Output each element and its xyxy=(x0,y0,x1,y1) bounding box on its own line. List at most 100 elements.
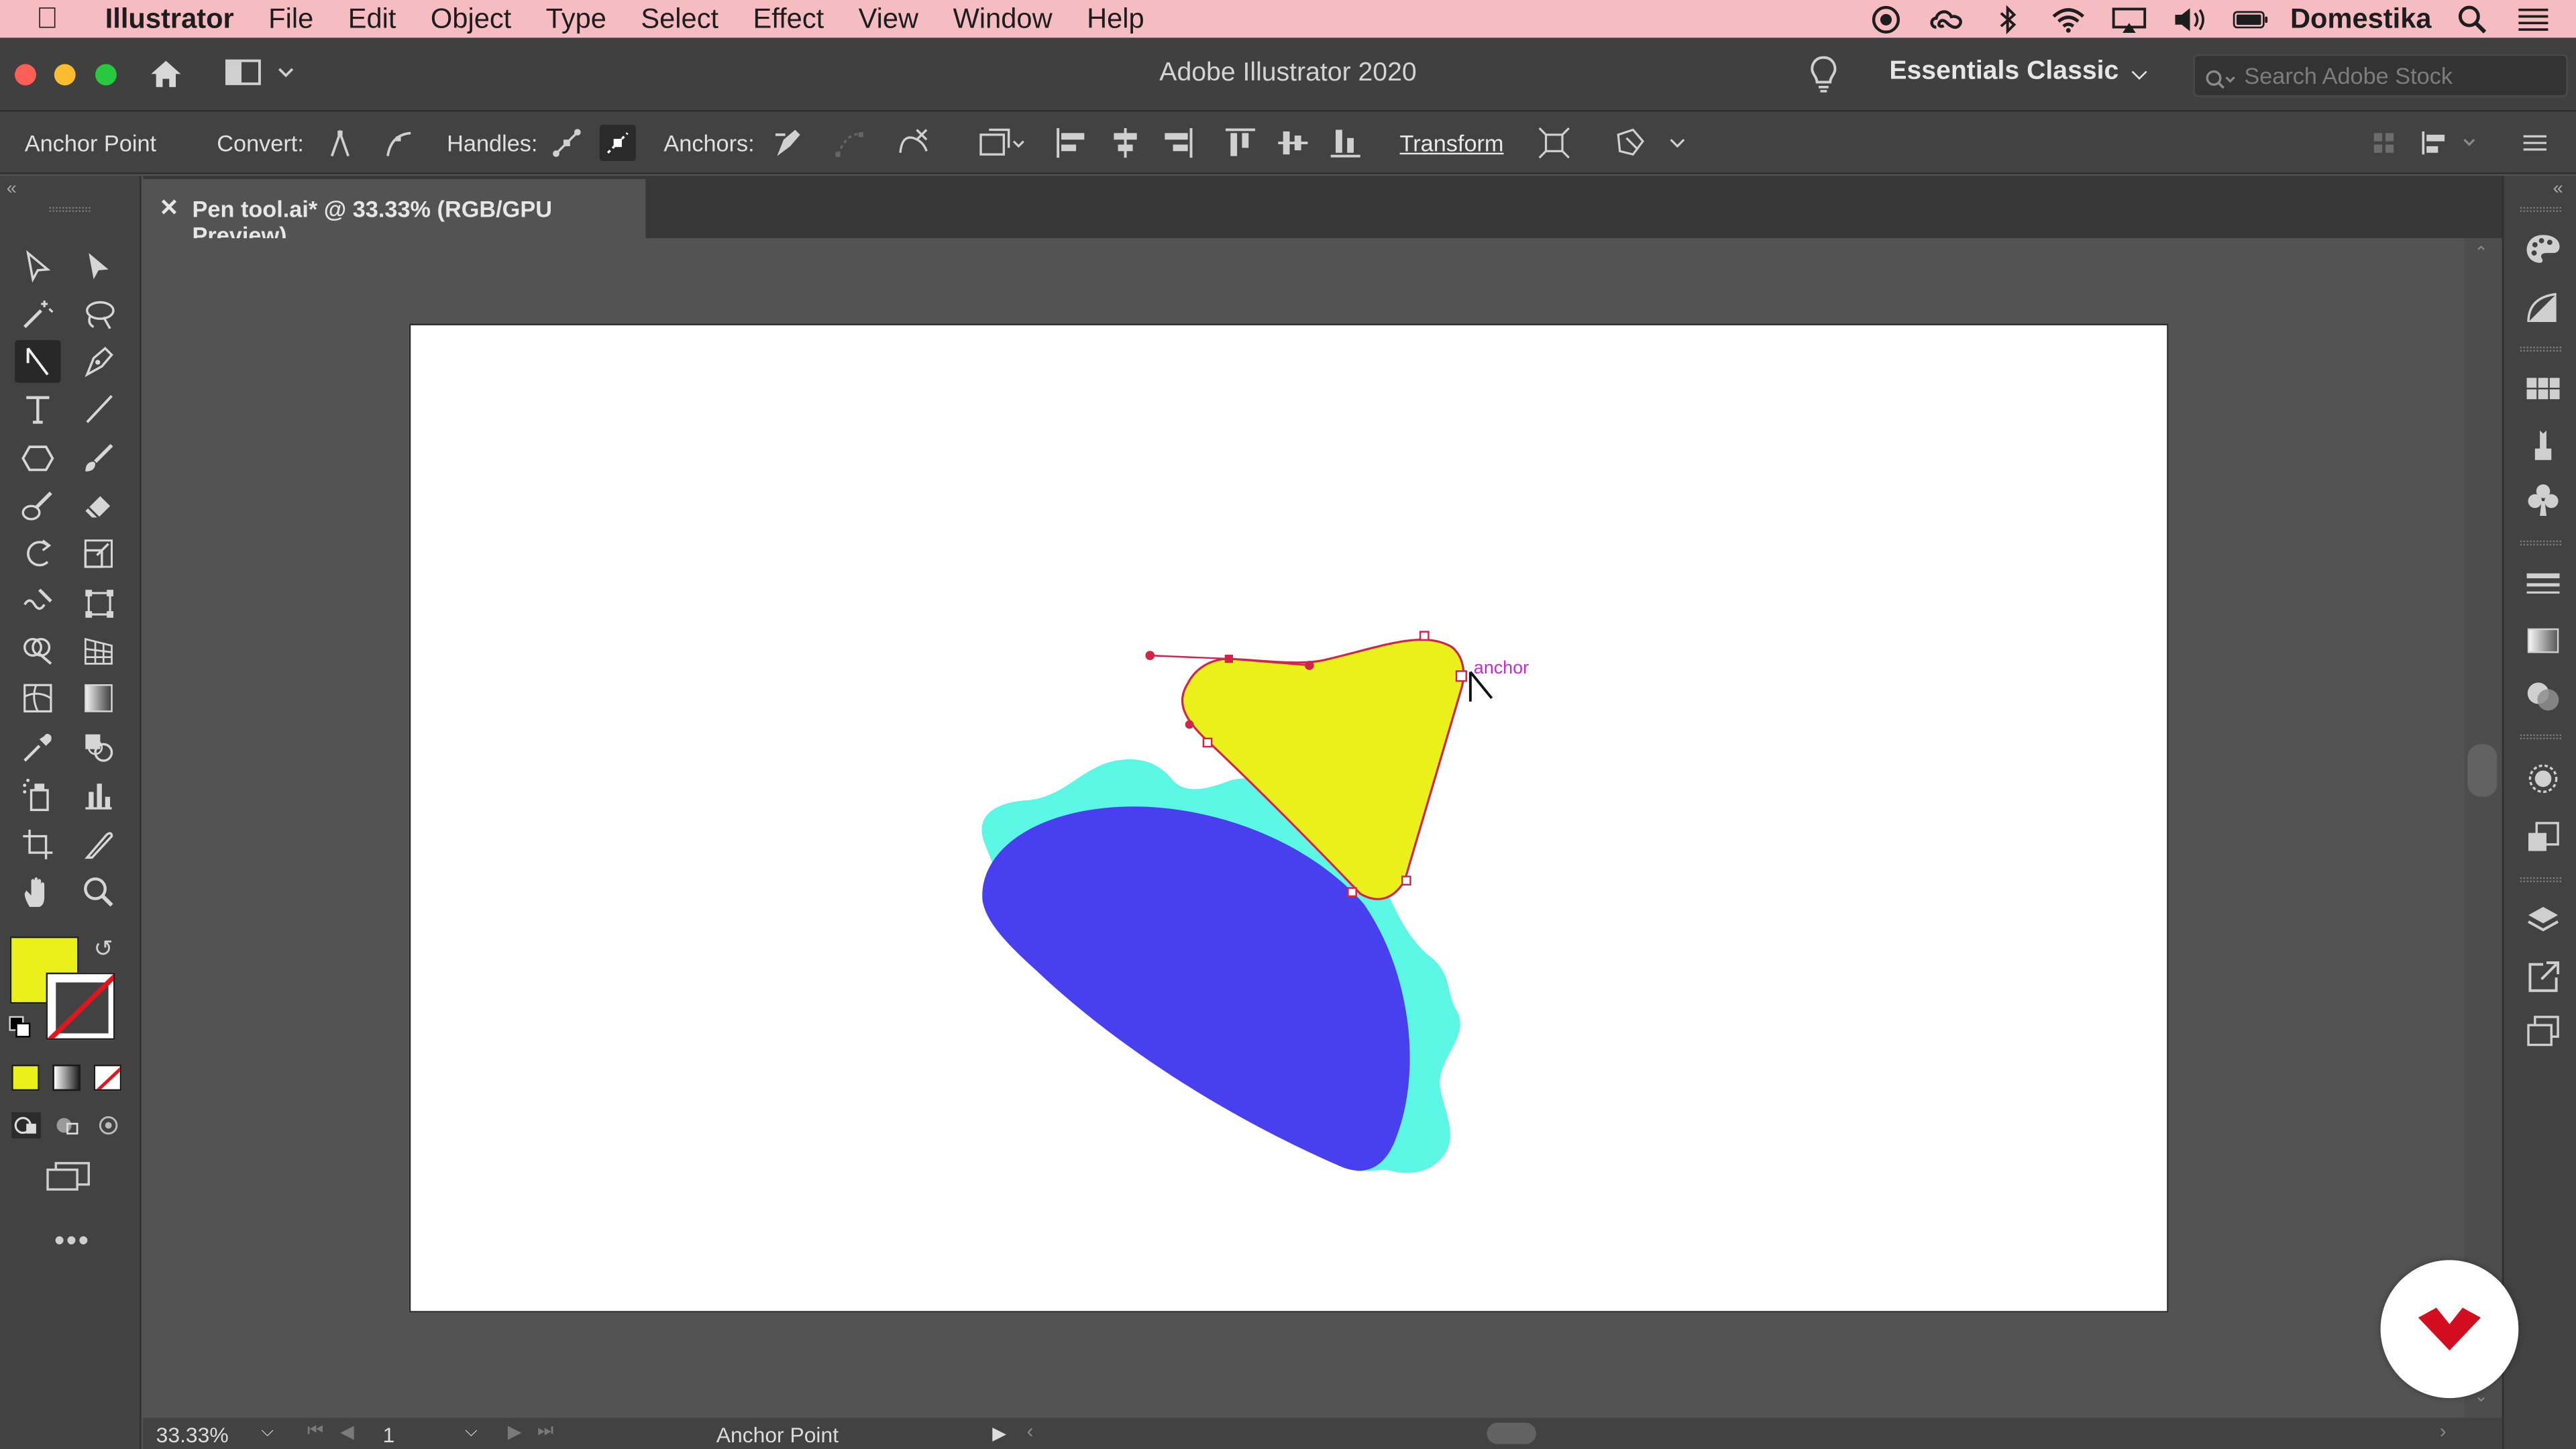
warp-icon[interactable] xyxy=(15,582,61,625)
creative-cloud-icon[interactable] xyxy=(1929,6,1965,32)
menu-window[interactable]: Window xyxy=(953,3,1053,36)
arrange-grid-icon[interactable] xyxy=(2366,125,2402,161)
graph-icon[interactable] xyxy=(76,773,122,816)
anchor-point[interactable] xyxy=(1401,875,1411,886)
mesh-icon[interactable] xyxy=(15,677,61,720)
menu-select[interactable]: Select xyxy=(641,3,718,36)
selection-tool-icon[interactable] xyxy=(15,245,61,288)
bluetooth-icon[interactable] xyxy=(1990,4,2026,34)
transform-each-icon[interactable] xyxy=(1536,125,1572,161)
menu-help[interactable]: Help xyxy=(1087,3,1144,36)
transform-link[interactable]: Transform xyxy=(1400,129,1504,156)
draw-inside-icon[interactable] xyxy=(94,1112,123,1146)
vertical-scrollbar[interactable]: ⌃ ⌄ xyxy=(2464,238,2502,1418)
anchor-point[interactable] xyxy=(1202,737,1213,748)
symbol-sprayer-icon[interactable] xyxy=(15,773,61,816)
shape-tool-icon[interactable] xyxy=(15,437,61,480)
artboards-panel-icon[interactable] xyxy=(2524,1014,2563,1050)
appearance-panel-icon[interactable] xyxy=(2524,761,2563,797)
close-document-icon[interactable]: ✕ xyxy=(160,194,179,222)
draw-behind-icon[interactable] xyxy=(52,1112,82,1146)
brushes-panel-icon[interactable] xyxy=(2524,427,2563,464)
pen-tool-icon[interactable] xyxy=(76,340,122,383)
panel-grip[interactable] xyxy=(49,207,91,212)
menu-user-name[interactable]: Domestika xyxy=(2290,3,2432,36)
color-panel-icon[interactable] xyxy=(2524,231,2563,268)
menu-edit[interactable]: Edit xyxy=(348,3,396,36)
slice-icon[interactable] xyxy=(76,823,122,866)
eyedropper-icon[interactable] xyxy=(15,726,61,769)
shape-builder-icon[interactable] xyxy=(15,629,61,672)
magic-wand-icon[interactable] xyxy=(15,292,61,335)
puppet-warp-icon[interactable] xyxy=(1613,125,1695,161)
scale-icon[interactable] xyxy=(76,532,122,575)
battery-icon[interactable] xyxy=(2233,6,2269,32)
stroke-panel-icon[interactable] xyxy=(2524,567,2563,603)
paintbrush-icon[interactable] xyxy=(76,437,122,480)
menu-file[interactable]: File xyxy=(268,3,313,36)
horizontal-scrollbar[interactable]: ‹ › xyxy=(1014,1419,2459,1446)
align-horizontal-center-icon[interactable] xyxy=(1108,125,1144,161)
dock-grip[interactable] xyxy=(2520,877,2561,883)
symbols-panel-icon[interactable] xyxy=(2524,482,2563,518)
anchor-point[interactable] xyxy=(1347,887,1357,898)
previous-artboard-icon[interactable]: ◀ xyxy=(340,1421,354,1442)
menu-object[interactable]: Object xyxy=(431,3,511,36)
handle-point[interactable] xyxy=(1304,660,1314,670)
anchor-point[interactable] xyxy=(1419,631,1430,641)
cut-path-icon[interactable] xyxy=(896,125,932,161)
align-right-icon[interactable] xyxy=(1160,125,1196,161)
search-adobe-stock-field[interactable]: Search Adobe Stock xyxy=(2193,54,2568,97)
rotate-icon[interactable] xyxy=(15,532,61,575)
stroke-color-swatch[interactable] xyxy=(46,972,115,1040)
align-vertical-center-icon[interactable] xyxy=(1275,125,1311,161)
perspective-grid-icon[interactable] xyxy=(76,629,122,672)
color-guide-icon[interactable] xyxy=(2524,289,2563,325)
free-transform-icon[interactable] xyxy=(76,582,122,625)
layers-panel-icon[interactable] xyxy=(2524,902,2563,938)
isolate-selection-icon[interactable] xyxy=(976,125,1028,161)
dock-grip[interactable] xyxy=(2520,346,2561,352)
horizontal-scroll-thumb[interactable] xyxy=(1487,1422,1536,1444)
swap-fill-stroke-icon[interactable]: ↺ xyxy=(94,934,113,963)
distribute-dropdown-icon[interactable] xyxy=(2418,125,2487,161)
artboard-dropdown-icon[interactable]: ⌵ xyxy=(465,1423,478,1441)
direct-selection-tool-icon[interactable] xyxy=(76,245,122,288)
type-tool-icon[interactable] xyxy=(15,388,61,431)
hide-handles-icon[interactable] xyxy=(599,125,636,162)
scroll-right-icon[interactable]: › xyxy=(2440,1419,2447,1442)
status-menu-icon[interactable]: ▶ xyxy=(992,1423,1006,1444)
vertical-scroll-thumb[interactable] xyxy=(2467,744,2498,797)
edit-toolbar-icon[interactable]: ••• xyxy=(54,1224,91,1258)
zoom-icon[interactable] xyxy=(76,871,122,914)
export-panel-icon[interactable] xyxy=(2524,958,2563,994)
menu-type[interactable]: Type xyxy=(546,3,606,36)
anchor-point[interactable] xyxy=(1224,654,1233,663)
transparency-panel-icon[interactable] xyxy=(2524,678,2563,714)
gradient-mode-icon[interactable] xyxy=(52,1064,81,1091)
anchor-point[interactable] xyxy=(1455,670,1467,682)
blob-brush-icon[interactable] xyxy=(15,484,61,527)
swatches-panel-icon[interactable] xyxy=(2524,371,2563,407)
menu-view[interactable]: View xyxy=(859,3,919,36)
menu-app-name[interactable]: Illustrator xyxy=(105,3,234,36)
draw-normal-icon[interactable] xyxy=(11,1112,42,1146)
lightbulb-icon[interactable] xyxy=(1807,54,1840,94)
color-mode-icon[interactable] xyxy=(11,1064,40,1091)
wifi-icon[interactable] xyxy=(2050,6,2086,32)
document-tab[interactable]: ✕ Pen tool.ai* @ 33.33% (RGB/GPU Preview… xyxy=(143,178,646,248)
document-canvas[interactable]: anchor xyxy=(143,238,2465,1418)
dock-grip[interactable] xyxy=(2520,734,2561,740)
align-bottom-icon[interactable] xyxy=(1328,125,1364,161)
remove-anchor-icon[interactable] xyxy=(769,125,805,161)
gradient-icon[interactable] xyxy=(76,677,122,720)
none-mode-icon[interactable] xyxy=(93,1064,122,1091)
volume-icon[interactable] xyxy=(2172,6,2208,32)
scroll-left-icon[interactable]: ‹ xyxy=(1027,1419,1034,1442)
collapse-panel-icon[interactable]: « xyxy=(7,179,17,199)
last-artboard-icon[interactable]: ⏭ xyxy=(537,1421,553,1442)
default-fill-stroke-icon[interactable] xyxy=(8,1015,31,1046)
eraser-icon[interactable] xyxy=(76,484,122,527)
dock-grip[interactable] xyxy=(2520,207,2561,212)
zoom-dropdown-icon[interactable]: ⌵ xyxy=(261,1423,274,1441)
